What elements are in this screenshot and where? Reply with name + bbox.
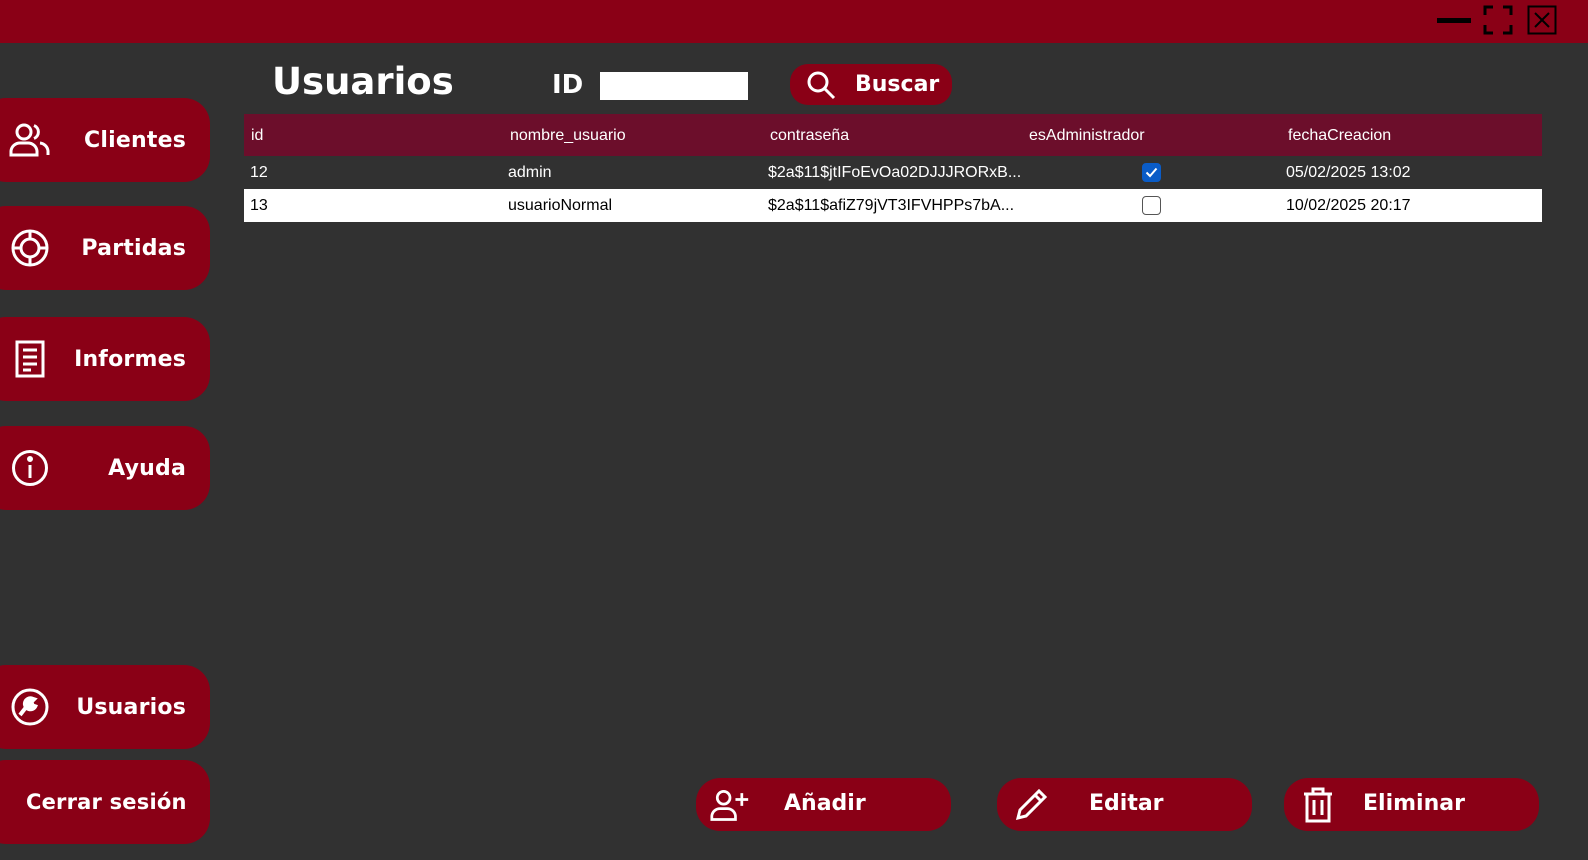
table-header: id nombre_usuario contraseña esAdministr… xyxy=(244,114,1542,156)
sidebar-item-clientes[interactable]: Clientes xyxy=(0,98,210,182)
add-user-icon xyxy=(710,786,750,824)
edit-button[interactable]: Editar xyxy=(997,778,1252,831)
cell-contrasena: $2a$11$afiZ79jVT3IFVHPPs7bA... xyxy=(768,197,1015,214)
cell-contrasena: $2a$11$jtIFoEvOa02DJJJRORxB... xyxy=(768,164,1022,181)
title-bar xyxy=(0,0,1588,43)
column-header-es-administrador[interactable]: esAdministrador xyxy=(1029,127,1145,145)
add-label: Añadir xyxy=(784,791,866,816)
info-icon xyxy=(8,446,52,490)
sidebar-item-partidas[interactable]: Partidas xyxy=(0,206,210,290)
trash-icon xyxy=(1298,786,1338,824)
sidebar-item-label: Clientes xyxy=(84,127,186,153)
logout-label: Cerrar sesión xyxy=(26,790,187,814)
delete-button[interactable]: Eliminar xyxy=(1284,778,1539,831)
cell-nombre-usuario: admin xyxy=(508,164,552,181)
pencil-icon xyxy=(1011,786,1051,824)
id-search-input[interactable] xyxy=(600,72,748,100)
add-user-button[interactable]: Añadir xyxy=(696,778,951,831)
table-row[interactable]: 13 usuarioNormal $2a$11$afiZ79jVT3IFVHPP… xyxy=(244,189,1542,222)
search-button[interactable]: Buscar xyxy=(790,64,952,105)
edit-label: Editar xyxy=(1089,791,1164,816)
close-icon[interactable] xyxy=(1524,4,1560,36)
users-table: id nombre_usuario contraseña esAdministr… xyxy=(244,114,1542,222)
column-header-fecha-creacion[interactable]: fechaCreacion xyxy=(1288,127,1391,145)
admin-checkbox-checked[interactable] xyxy=(1142,163,1161,182)
column-header-id[interactable]: id xyxy=(251,127,263,145)
id-label: ID xyxy=(552,70,584,100)
search-label: Buscar xyxy=(855,72,940,97)
sidebar-item-label: Usuarios xyxy=(76,694,186,720)
cell-id: 13 xyxy=(250,197,268,214)
sidebar-item-label: Partidas xyxy=(81,235,186,261)
cell-id: 12 xyxy=(250,164,268,181)
column-header-contrasena[interactable]: contraseña xyxy=(770,127,849,145)
cell-fecha-creacion: 05/02/2025 13:02 xyxy=(1286,164,1411,181)
app-window: Clientes Partidas Informes Ayuda Usuario… xyxy=(0,0,1588,860)
users-icon xyxy=(8,118,52,162)
sidebar-item-usuarios[interactable]: Usuarios xyxy=(0,665,210,749)
logout-button[interactable]: Cerrar sesión xyxy=(0,760,210,844)
sidebar-item-informes[interactable]: Informes xyxy=(0,317,210,401)
admin-checkbox-unchecked[interactable] xyxy=(1142,196,1161,215)
sidebar-item-ayuda[interactable]: Ayuda xyxy=(0,426,210,510)
minimize-icon[interactable] xyxy=(1434,4,1474,36)
delete-label: Eliminar xyxy=(1363,791,1465,816)
cell-nombre-usuario: usuarioNormal xyxy=(508,197,613,214)
column-header-nombre-usuario[interactable]: nombre_usuario xyxy=(510,127,626,145)
sidebar-item-label: Informes xyxy=(74,346,186,372)
cell-fecha-creacion: 10/02/2025 20:17 xyxy=(1286,197,1411,214)
sidebar-item-label: Ayuda xyxy=(108,455,186,481)
search-icon xyxy=(806,70,836,104)
maximize-icon[interactable] xyxy=(1480,4,1516,36)
wrench-icon xyxy=(8,685,52,729)
table-row[interactable]: 12 admin $2a$11$jtIFoEvOa02DJJJRORxB... … xyxy=(244,156,1542,189)
document-icon xyxy=(8,337,52,381)
page-title: Usuarios xyxy=(272,60,454,103)
game-icon xyxy=(8,226,52,270)
